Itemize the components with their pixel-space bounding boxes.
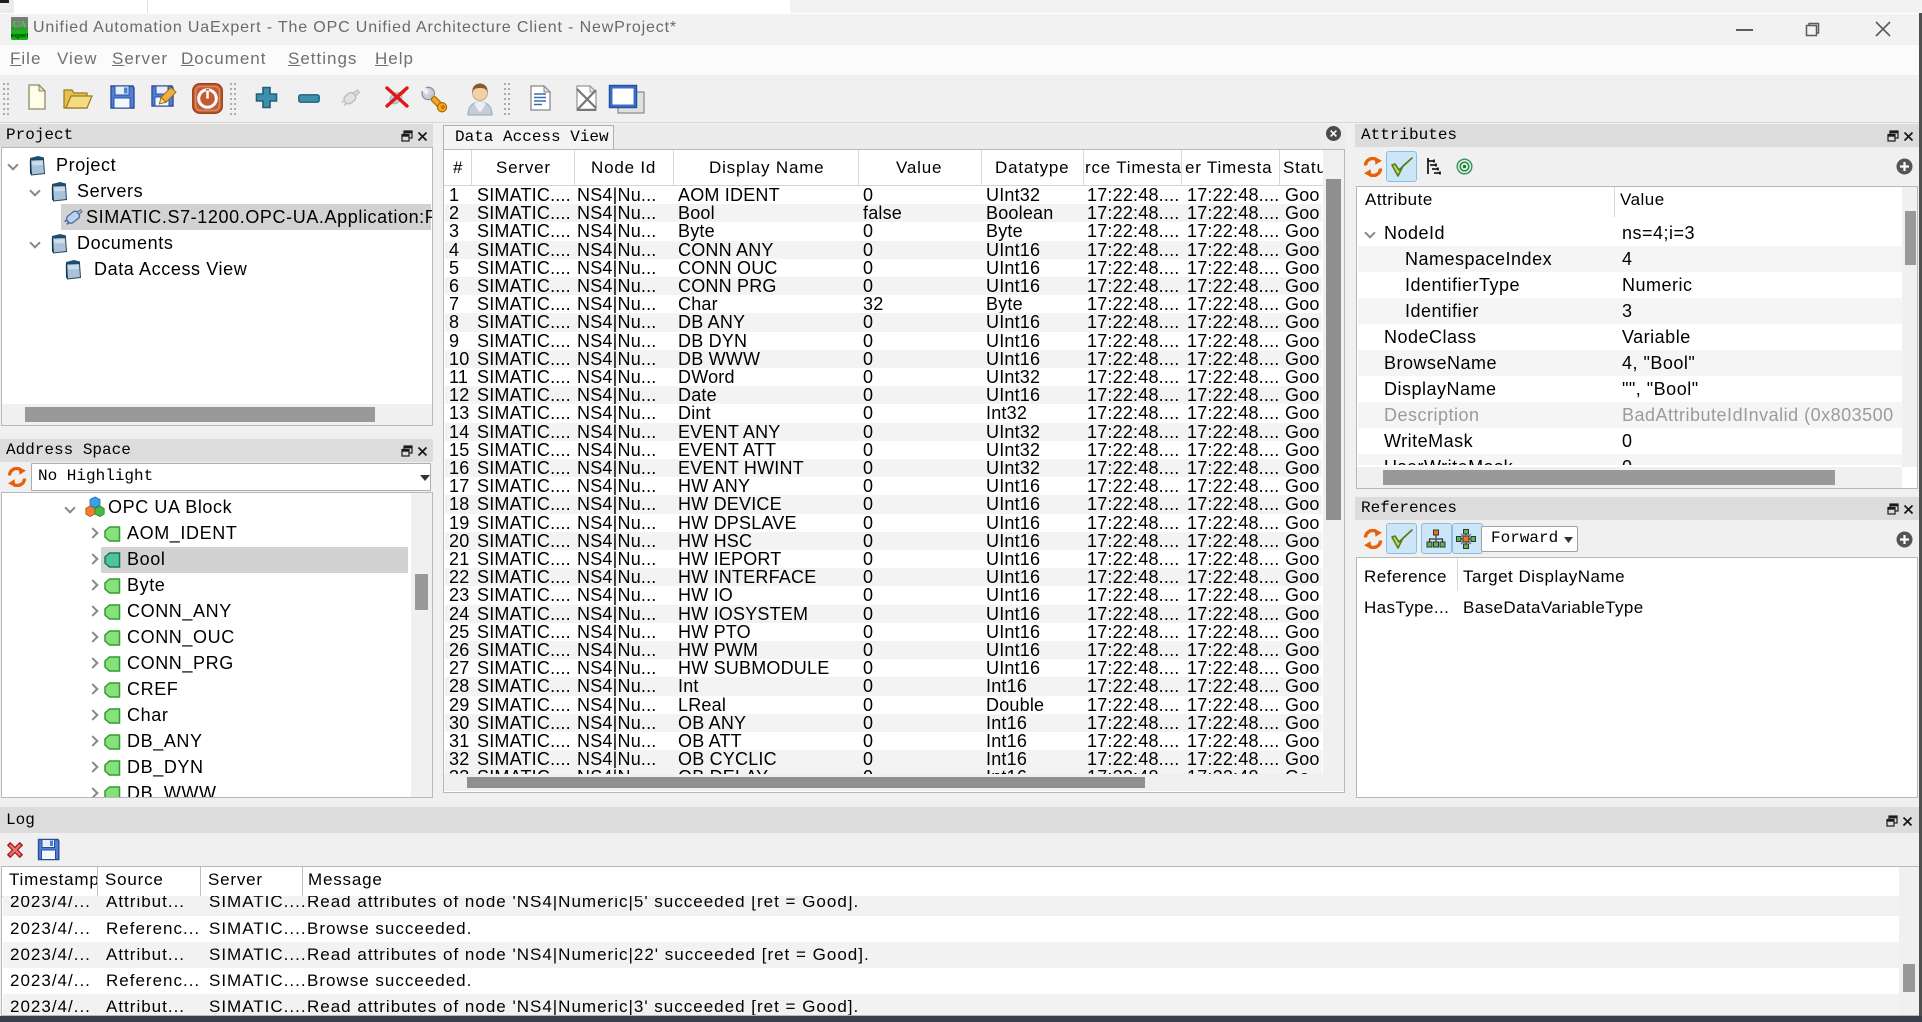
svg-text:expert: expert [11,34,28,40]
svg-text:UA: UA [13,21,27,31]
